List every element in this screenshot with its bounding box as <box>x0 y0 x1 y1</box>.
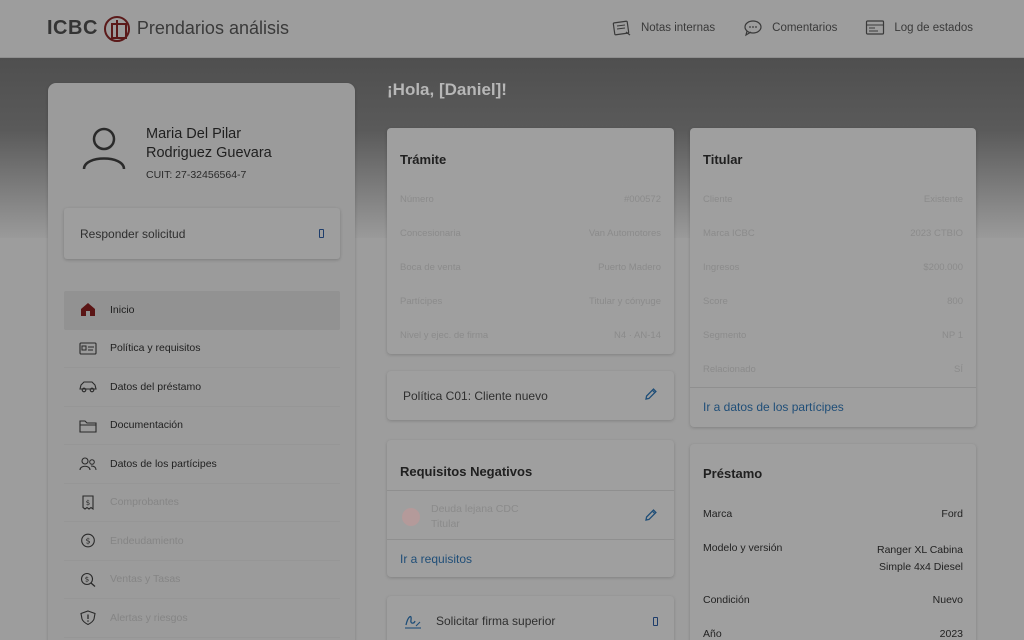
respond-request-button[interactable]: Responder solicitud <box>64 208 340 259</box>
menu-label-endeudamiento: Endeudamiento <box>110 534 184 547</box>
svg-text:$: $ <box>86 499 90 507</box>
rates-icon: $ <box>80 572 96 587</box>
svg-text:$: $ <box>85 537 90 546</box>
debt-icon: $ <box>81 533 95 548</box>
requisitos-title: Requisitos Negativos <box>400 464 533 479</box>
tramite-card: Trámite Número #000572 Concesionaria Van A… <box>387 128 674 354</box>
prestamo-row: Año 2023 <box>703 628 963 640</box>
tramite-title: Trámite <box>400 152 447 167</box>
prestamo-card: Préstamo Marca Ford Modelo y versión Rang… <box>690 444 976 640</box>
receipt-icon: $ <box>82 495 94 510</box>
nav-notas-label: Notas internas <box>640 22 716 34</box>
client-profile: Maria Del Pilar Rodriguez Guevara CUIT: … <box>81 125 272 181</box>
divider <box>387 539 674 540</box>
app-title: Prendarios análisis <box>136 18 289 38</box>
user-avatar-icon <box>82 127 126 170</box>
menu-label-politica: Política y requisitos <box>110 342 201 355</box>
side-menu: Inicio Política y requisitos Datos del p… <box>64 291 340 638</box>
menu-item-alertas[interactable]: Alertas y riesgos <box>64 599 340 638</box>
nav-log-estados[interactable]: Log de estados <box>865 19 973 37</box>
car-icon <box>79 381 97 393</box>
prestamo-row: Modelo y versión Ranger XL Cabina Simple… <box>703 542 963 573</box>
menu-item-comprobantes[interactable]: $ Comprobantes <box>64 484 340 522</box>
chevron-icon <box>319 229 324 238</box>
nav-log-label: Log de estados <box>894 22 973 34</box>
tramite-row: Número #000572 <box>400 194 661 205</box>
menu-item-politica[interactable]: Política y requisitos <box>64 330 340 368</box>
requisito-line1: Deuda lejana CDC <box>431 503 519 515</box>
menu-item-inicio[interactable]: Inicio <box>64 291 340 330</box>
nav-comentarios-label: Comentarios <box>772 22 838 34</box>
home-icon <box>81 303 95 317</box>
prestamo-row: Condición Nuevo <box>703 594 963 606</box>
menu-item-documentacion[interactable]: Documentación <box>64 407 340 445</box>
left-panel: Maria Del Pilar Rodriguez Guevara CUIT: … <box>48 83 355 640</box>
tramite-row: Partícipes Titular y cónyuge <box>400 296 661 307</box>
folder-icon <box>79 420 97 433</box>
divider <box>387 490 674 491</box>
menu-item-ventas-tasas[interactable]: $ Ventas y Tasas <box>64 561 340 599</box>
prestamo-row: Marca Ford <box>703 508 963 520</box>
menu-label-inicio: Inicio <box>110 303 135 316</box>
top-bar: ICBC Prendarios análisis Notas internas … <box>0 0 1024 58</box>
tramite-row: Nivel y ejec. de firma N4 · AN-14 <box>400 330 661 341</box>
tramite-row: Concesionaria Van Automotores <box>400 228 661 239</box>
requisitos-card: Requisitos Negativos Deuda lejana CDC Ti… <box>387 440 674 577</box>
client-cuit: CUIT: 27-32456564-7 <box>146 169 247 181</box>
ir-a-requisitos-link[interactable]: Ir a requisitos <box>400 552 472 566</box>
client-name-line2: Rodriguez Guevara <box>146 145 272 161</box>
edit-pencil-icon[interactable] <box>644 387 658 401</box>
ir-a-participes-link[interactable]: Ir a datos de los partícipes <box>703 400 844 414</box>
titular-title: Titular <box>703 152 743 167</box>
titular-card: Titular Cliente Existente Marca ICBC 2023 … <box>690 128 976 427</box>
chevron-icon <box>653 616 658 626</box>
notes-icon <box>612 20 631 36</box>
menu-item-datos-prestamo[interactable]: Datos del préstamo <box>64 368 340 407</box>
titular-row: Relacionado SÍ <box>703 364 963 375</box>
brand-short: ICBC <box>47 17 98 39</box>
id-card-icon <box>79 342 97 355</box>
nav-comentarios[interactable]: Comentarios <box>743 19 837 37</box>
client-name-line1: Maria Del Pilar <box>146 126 242 142</box>
nav-notas-internas[interactable]: Notas internas <box>612 19 715 37</box>
signature-icon <box>405 615 421 629</box>
menu-label-alertas: Alertas y riesgos <box>110 611 188 624</box>
greeting: ¡Hola, [Daniel]! <box>387 80 507 99</box>
menu-label-documentacion: Documentación <box>110 419 183 432</box>
shield-icon <box>80 610 96 626</box>
brand[interactable]: ICBC Prendarios análisis <box>47 15 289 42</box>
titular-row: Segmento NP 1 <box>703 330 963 341</box>
divider <box>690 387 976 388</box>
requisito-item: Deuda lejana CDC Titular <box>400 500 658 532</box>
politica-label: Política C01: Cliente nuevo <box>403 388 548 403</box>
respond-request-label: Responder solicitud <box>80 226 186 241</box>
firma-label: Solicitar firma superior <box>436 614 556 628</box>
menu-label-participes: Datos de los partícipes <box>110 457 217 470</box>
tramite-row: Boca de venta Puerto Madero <box>400 262 661 273</box>
requisito-line2: Titular <box>431 518 460 530</box>
politica-card[interactable]: Política C01: Cliente nuevo <box>387 371 674 420</box>
top-nav: Notas internas Comentarios Log de estado… <box>612 19 973 37</box>
menu-label-datos-prestamo: Datos del préstamo <box>110 380 202 393</box>
titular-row: Score 800 <box>703 296 963 307</box>
menu-label-comprobantes: Comprobantes <box>110 496 179 509</box>
svg-text:$: $ <box>85 575 89 583</box>
menu-item-participes[interactable]: Datos de los partícipes <box>64 445 340 484</box>
log-icon <box>866 20 885 35</box>
edit-pencil-icon[interactable] <box>644 508 658 522</box>
people-icon <box>79 457 97 471</box>
comments-icon <box>744 20 762 37</box>
prestamo-title: Préstamo <box>703 466 763 481</box>
titular-row: Cliente Existente <box>703 194 963 205</box>
titular-row: Marca ICBC 2023 CTBIO <box>703 228 963 239</box>
menu-item-endeudamiento[interactable]: $ Endeudamiento <box>64 522 340 561</box>
menu-label-ventas-tasas: Ventas y Tasas <box>110 573 181 586</box>
firma-card[interactable]: Solicitar firma superior <box>387 596 674 640</box>
icbc-logo-icon <box>103 15 130 42</box>
warning-icon <box>402 508 420 526</box>
titular-row: Ingresos $200.000 <box>703 262 963 273</box>
